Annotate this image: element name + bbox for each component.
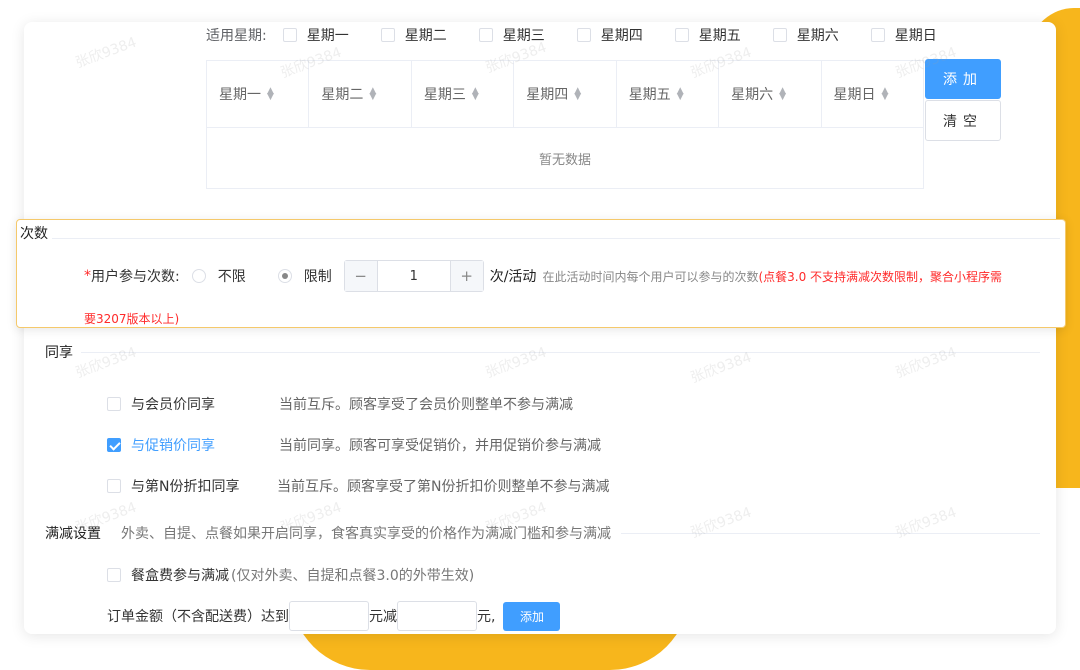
checkbox-icon[interactable] [107,568,121,582]
column-header[interactable]: 星期四 ▲ ▼ [514,61,617,127]
share-nth-discount-label: 与第N份折扣同享 [131,479,240,495]
share-promo-row[interactable]: 与促销价同享 [107,435,215,455]
divider [52,237,1060,239]
sort-icon[interactable]: ▲ ▼ [369,87,376,102]
weekday-selector: 适用星期: 星期一 星期二 星期三 星期四 星期五 星期六 星期日 [206,24,969,46]
box-fee-row[interactable]: 餐盒费参与满减 (仅对外卖、自提和点餐3.0的外带生效) [107,565,474,585]
times-row: * 用户参与次数: 不限 限制 − 1 + 次/活动 在此活动时间内每个用户可以… [84,260,1002,292]
divider [81,351,1040,353]
times-warning-cont: 要3207版本以上) [84,312,180,326]
sort-icon[interactable]: ▲ ▼ [677,87,684,102]
times-section: 次数 * 用户参与次数: 不限 限制 − 1 + 次/活动 在此活动时间内每个用… [16,219,1066,328]
sort-icon[interactable]: ▲ ▼ [472,87,479,102]
share-promo-desc: 当前同享。顾客可享受促销价，并用促销价参与满减 [279,438,601,454]
fullreduce-section-title: 满减设置 [45,526,101,542]
times-field-label: 用户参与次数: [91,269,180,285]
times-hint: 在此活动时间内每个用户可以参与的次数 [542,269,759,284]
box-fee-note: (仅对外卖、自提和点餐3.0的外带生效) [231,568,475,584]
weekday-checkbox-fri[interactable]: 星期五 [674,25,741,45]
column-header[interactable]: 星期五 ▲ ▼ [617,61,720,127]
column-header[interactable]: 星期日 ▲ ▼ [822,61,923,127]
checkbox-icon[interactable] [772,28,787,42]
times-stepper[interactable]: − 1 + [343,260,484,292]
order-amount-label: 订单金额（不含配送费）达到 [107,609,289,625]
times-unit: 次/活动 [489,269,537,285]
box-fee-label: 餐盒费参与满减 [131,568,229,584]
share-member-row[interactable]: 与会员价同享 [107,394,215,414]
share-promo-label: 与促销价同享 [131,438,215,454]
weekday-checkbox-tue[interactable]: 星期二 [380,25,447,45]
stepper-value[interactable]: 1 [376,261,451,291]
clear-button[interactable]: 清空 [925,100,1001,141]
weekday-checkbox-wed[interactable]: 星期三 [478,25,545,45]
watermark: 张欣9384 [73,34,139,72]
column-header[interactable]: 星期二 ▲ ▼ [309,61,412,127]
share-member-label: 与会员价同享 [131,397,215,413]
weekday-label: 适用星期: [206,28,267,44]
end-unit-label: 元, [477,609,496,625]
column-header[interactable]: 星期三 ▲ ▼ [412,61,515,127]
column-header[interactable]: 星期一 ▲ ▼ [207,61,310,127]
sort-icon[interactable]: ▲ ▼ [882,87,889,102]
option-unlimited-label[interactable]: 不限 [218,266,246,286]
weekday-table: 星期一 ▲ ▼ 星期二 ▲ ▼ 星期三 ▲ ▼ 星期四 ▲ ▼ 星期五 ▲ ▼ 星期六 ▲ ▼ 星期日 ▲… [206,60,924,189]
table-header: 星期一 ▲ ▼ 星期二 ▲ ▼ 星期三 ▲ ▼ 星期四 ▲ ▼ 星期五 ▲ ▼ 星期六 ▲ ▼ 星期日 ▲… [207,61,923,128]
radio-unlimited[interactable] [191,269,206,283]
checkbox-checked-icon[interactable] [107,438,121,452]
plus-icon[interactable]: + [450,261,483,291]
weekday-checkbox-mon[interactable]: 星期一 [282,25,349,45]
checkbox-icon[interactable] [478,28,493,42]
weekday-checkbox-thu[interactable]: 星期四 [576,25,643,45]
sort-icon[interactable]: ▲ ▼ [267,87,274,102]
share-section-header: 同享 [45,342,1040,362]
checkbox-icon[interactable] [107,479,121,493]
reduce-amount-input[interactable] [397,601,477,631]
settings-card: 适用星期: 星期一 星期二 星期三 星期四 星期五 星期六 星期日 星期一 ▲ ▼ … [24,22,1056,634]
weekday-checkbox-sat[interactable]: 星期六 [772,25,839,45]
sort-icon[interactable]: ▲ ▼ [574,87,581,102]
fullreduce-section-desc: 外卖、自提、点餐如果开启同享，食客真实享受的价格作为满减门槛和参与满减 [121,526,611,542]
add-rule-button[interactable]: 添加 [503,601,561,631]
checkbox-icon[interactable] [282,28,297,42]
times-warning: (点餐3.0 不支持满减次数限制，聚合小程序需 [758,269,1003,284]
table-empty-text: 暂无数据 [538,152,591,168]
order-threshold-row: 订单金额（不含配送费）达到 元减 元, 添加 [107,601,561,631]
sort-icon[interactable]: ▲ ▼ [779,87,786,102]
times-section-title: 次数 [20,226,48,242]
share-nth-discount-desc: 当前互斥。顾客享受了第N份折扣价则整单不参与满减 [277,479,610,495]
add-button[interactable]: 添加 [925,59,1001,99]
share-member-desc: 当前互斥。顾客享受了会员价则整单不参与满减 [279,397,573,413]
checkbox-icon[interactable] [674,28,689,42]
minus-icon[interactable]: − [344,261,377,291]
column-header[interactable]: 星期六 ▲ ▼ [719,61,822,127]
checkbox-icon[interactable] [107,397,121,411]
checkbox-icon[interactable] [576,28,591,42]
fullreduce-section-header: 满减设置 外卖、自提、点餐如果开启同享，食客真实享受的价格作为满减门槛和参与满减 [45,523,1040,543]
threshold-amount-input[interactable] [289,601,369,631]
checkbox-icon[interactable] [380,28,395,42]
reduce-unit-label: 元减 [369,609,397,625]
share-nth-discount-row[interactable]: 与第N份折扣同享 [107,476,239,496]
weekday-checkbox-sun[interactable]: 星期日 [870,25,937,45]
required-mark: * [84,268,91,284]
radio-limited[interactable] [277,269,292,283]
checkbox-icon[interactable] [870,28,885,42]
divider [621,532,1040,534]
option-limited-label[interactable]: 限制 [304,266,332,286]
share-section-title: 同享 [45,345,73,361]
